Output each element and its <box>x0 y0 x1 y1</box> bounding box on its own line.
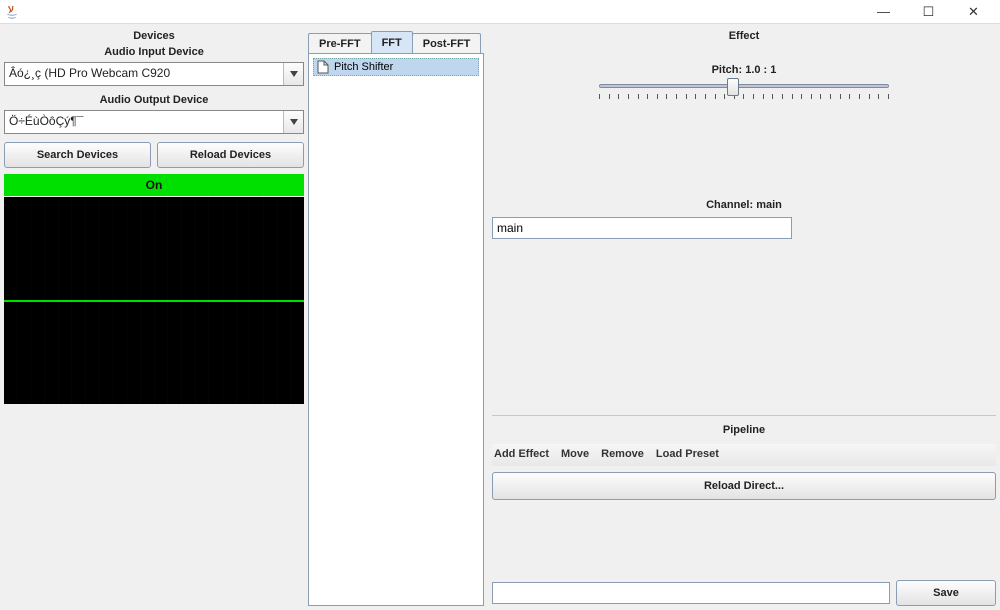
devices-panel: Devices Audio Input Device Âó¿¸ç (HD Pro… <box>4 28 304 606</box>
tab-fft[interactable]: FFT <box>371 31 413 53</box>
audio-output-label: Audio Output Device <box>4 92 304 108</box>
list-item[interactable]: Pitch Shifter <box>313 58 479 76</box>
save-name-input[interactable] <box>492 582 890 604</box>
reload-devices-button[interactable]: Reload Devices <box>157 142 304 168</box>
devices-title: Devices <box>4 28 304 44</box>
slider-track[interactable] <box>599 84 889 88</box>
remove-button[interactable]: Remove <box>601 448 644 460</box>
channel-input[interactable] <box>492 217 792 239</box>
file-icon <box>316 60 330 74</box>
list-item-label: Pitch Shifter <box>334 61 393 73</box>
effect-list[interactable]: Pitch Shifter <box>308 53 484 606</box>
fft-tabs: Pre-FFT FFT Post-FFT <box>308 28 484 53</box>
effect-area: Pitch: 1.0 : 1 Channel: main <box>492 44 996 416</box>
right-panel: Effect Pitch: 1.0 : 1 Channel: main <box>488 28 996 606</box>
audio-input-combo[interactable]: Âó¿¸ç (HD Pro Webcam C920 <box>4 62 304 86</box>
slider-ticks <box>599 94 889 99</box>
waveform-line <box>4 300 304 302</box>
pipeline-title: Pipeline <box>492 422 996 438</box>
add-effect-button[interactable]: Add Effect <box>494 448 549 460</box>
java-icon <box>4 4 20 20</box>
tab-post-fft[interactable]: Post-FFT <box>412 33 482 53</box>
reload-direct-button[interactable]: Reload Direct... <box>492 472 996 500</box>
move-button[interactable]: Move <box>561 448 589 460</box>
titlebar: — ☐ ✕ <box>0 0 1000 24</box>
audio-output-combo[interactable]: Ö÷ÉùÒôÇý¶¯ <box>4 110 304 134</box>
audio-input-value: Âó¿¸ç (HD Pro Webcam C920 <box>5 63 283 85</box>
load-preset-button[interactable]: Load Preset <box>656 448 719 460</box>
pitch-label: Pitch: 1.0 : 1 <box>492 64 996 76</box>
audio-input-label: Audio Input Device <box>4 44 304 60</box>
dropdown-icon[interactable] <box>283 63 303 85</box>
on-toggle[interactable]: On <box>4 174 304 196</box>
dropdown-icon[interactable] <box>283 111 303 133</box>
app-window: — ☐ ✕ Devices Audio Input Device Âó¿¸ç (… <box>0 0 1000 610</box>
effect-list-panel: Pre-FFT FFT Post-FFT Pitch Shifter <box>308 28 484 606</box>
minimize-button[interactable]: — <box>861 1 906 23</box>
window-controls: — ☐ ✕ <box>861 1 996 23</box>
close-button[interactable]: ✕ <box>951 1 996 23</box>
pitch-slider[interactable] <box>599 84 889 99</box>
save-button[interactable]: Save <box>896 580 996 606</box>
maximize-button[interactable]: ☐ <box>906 1 951 23</box>
effect-title: Effect <box>492 28 996 44</box>
channel-label: Channel: main <box>492 199 996 211</box>
audio-output-value: Ö÷ÉùÒôÇý¶¯ <box>5 111 283 133</box>
pipeline-area: Add Effect Move Remove Load Preset Reloa… <box>492 438 996 606</box>
main-content: Devices Audio Input Device Âó¿¸ç (HD Pro… <box>0 24 1000 610</box>
tab-pre-fft[interactable]: Pre-FFT <box>308 33 372 53</box>
waveform-display <box>4 197 304 404</box>
slider-thumb[interactable] <box>727 78 739 96</box>
search-devices-button[interactable]: Search Devices <box>4 142 151 168</box>
pipeline-toolbar: Add Effect Move Remove Load Preset <box>492 444 996 466</box>
